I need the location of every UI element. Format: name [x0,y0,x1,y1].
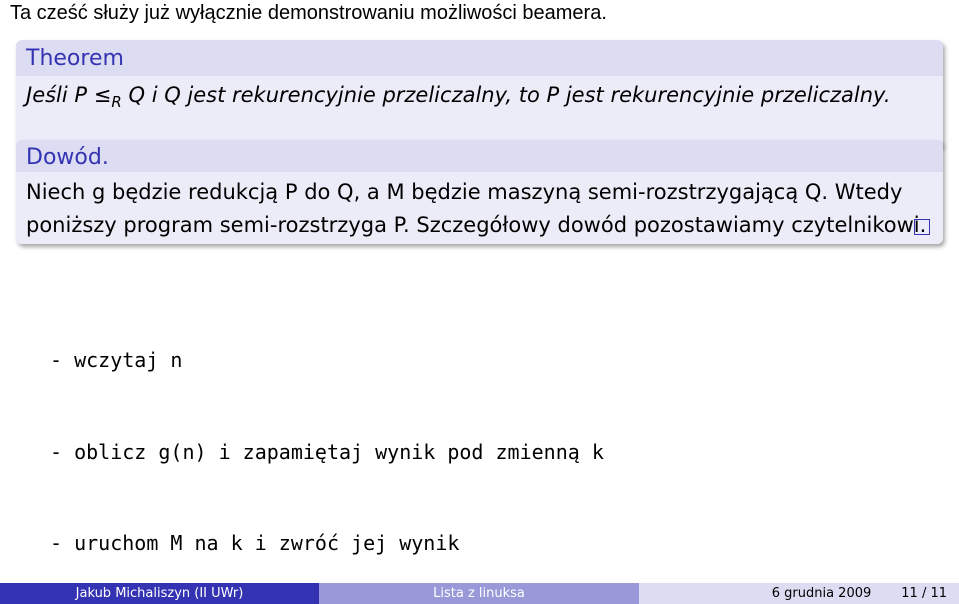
proof-body: Niech g będzie redukcją P do Q, a M będz… [16,172,943,244]
theorem-text-part1: Jeśli P [26,83,88,107]
qed-square-icon [914,219,930,235]
footer-date: 6 grudnia 2009 [771,586,872,601]
footer-author: Jakub Michaliszyn (II UWr) [0,583,319,604]
relation-symbol: ≤ [93,83,112,107]
program-line: - oblicz g(n) i zapamiętaj wynik pod zmi… [50,439,604,464]
proof-line-1: Niech g będzie redukcją P do Q, a M będz… [26,180,903,204]
footer-date-page: 6 grudnia 2009 11 / 11 [639,583,959,604]
footer-title: Lista z linuksa [319,583,639,604]
theorem-text-part2: Q i Q jest rekurencyjnie przeliczalny, t… [128,83,891,107]
proof-block: Dowód. Niech g będzie redukcją P do Q, a… [16,140,943,244]
theorem-block: Theorem Jeśli P ≤R Q i Q jest rekurencyj… [16,40,943,148]
program-listing: - wczytaj n - oblicz g(n) i zapamiętaj w… [50,284,604,589]
footer-page-number: 11 / 11 [901,586,947,601]
proof-title: Dowód. [16,140,943,172]
proof-line-2: poniższy program semi-rozstrzyga P. Szcz… [26,213,927,237]
intro-text: Ta cześć służy już wyłącznie demonstrowa… [10,2,607,24]
program-line: - wczytaj n [50,348,183,372]
theorem-body: Jeśli P ≤R Q i Q jest rekurencyjnie prze… [16,76,943,148]
footer-bar: Jakub Michaliszyn (II UWr) Lista z linuk… [0,583,959,604]
relation-subscript: R [111,93,122,111]
program-line: - uruchom M na k i zwróć jej wynik [50,531,460,555]
theorem-title: Theorem [16,40,943,76]
